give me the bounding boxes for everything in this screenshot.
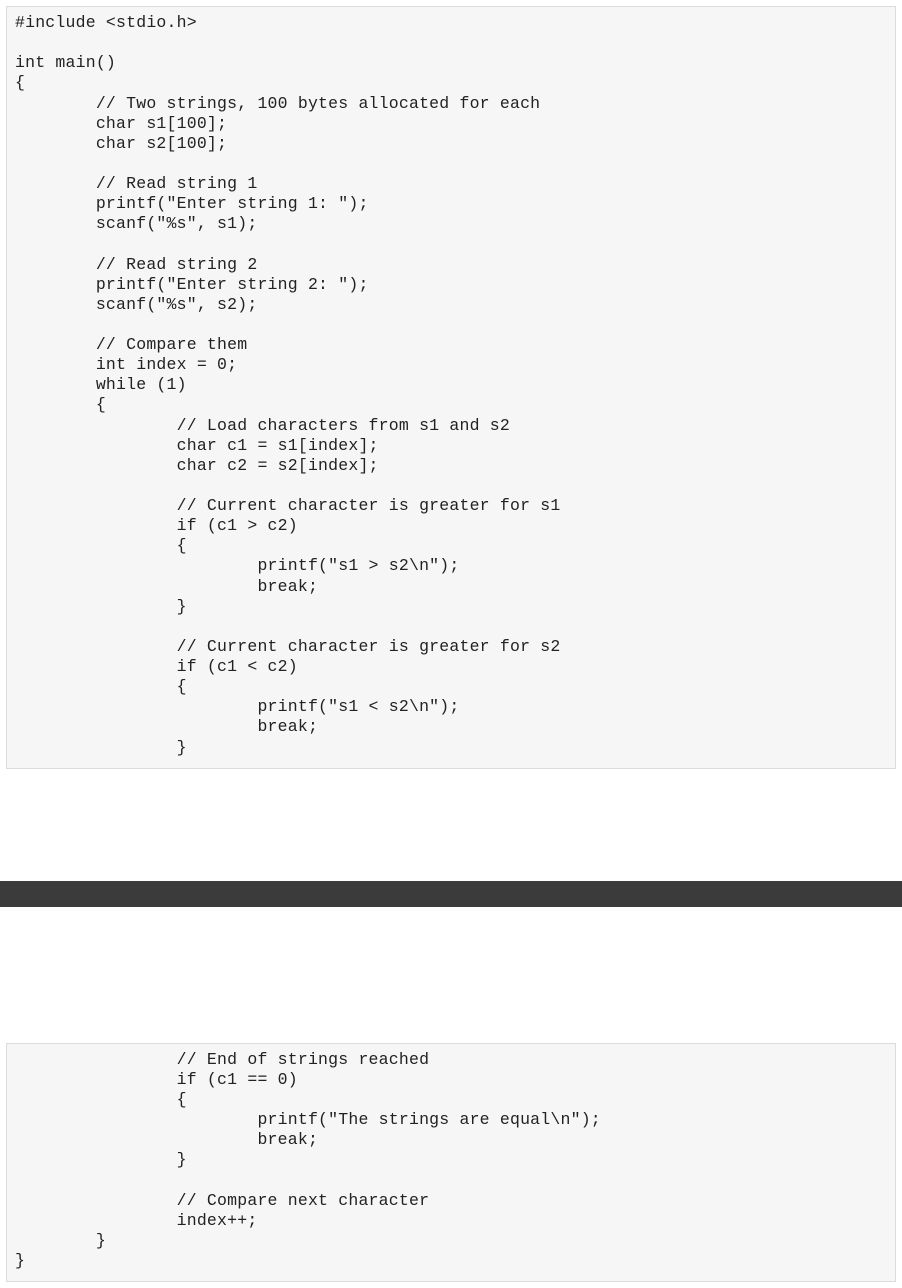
code-block-bottom: // End of strings reached if (c1 == 0) {… xyxy=(6,1043,896,1282)
page-container-2: // End of strings reached if (c1 == 0) {… xyxy=(0,1037,902,1288)
page-divider xyxy=(0,881,902,907)
code-block-top: #include <stdio.h> int main() { // Two s… xyxy=(6,6,896,769)
page-container: #include <stdio.h> int main() { // Two s… xyxy=(0,0,902,775)
spacer xyxy=(0,907,902,1037)
